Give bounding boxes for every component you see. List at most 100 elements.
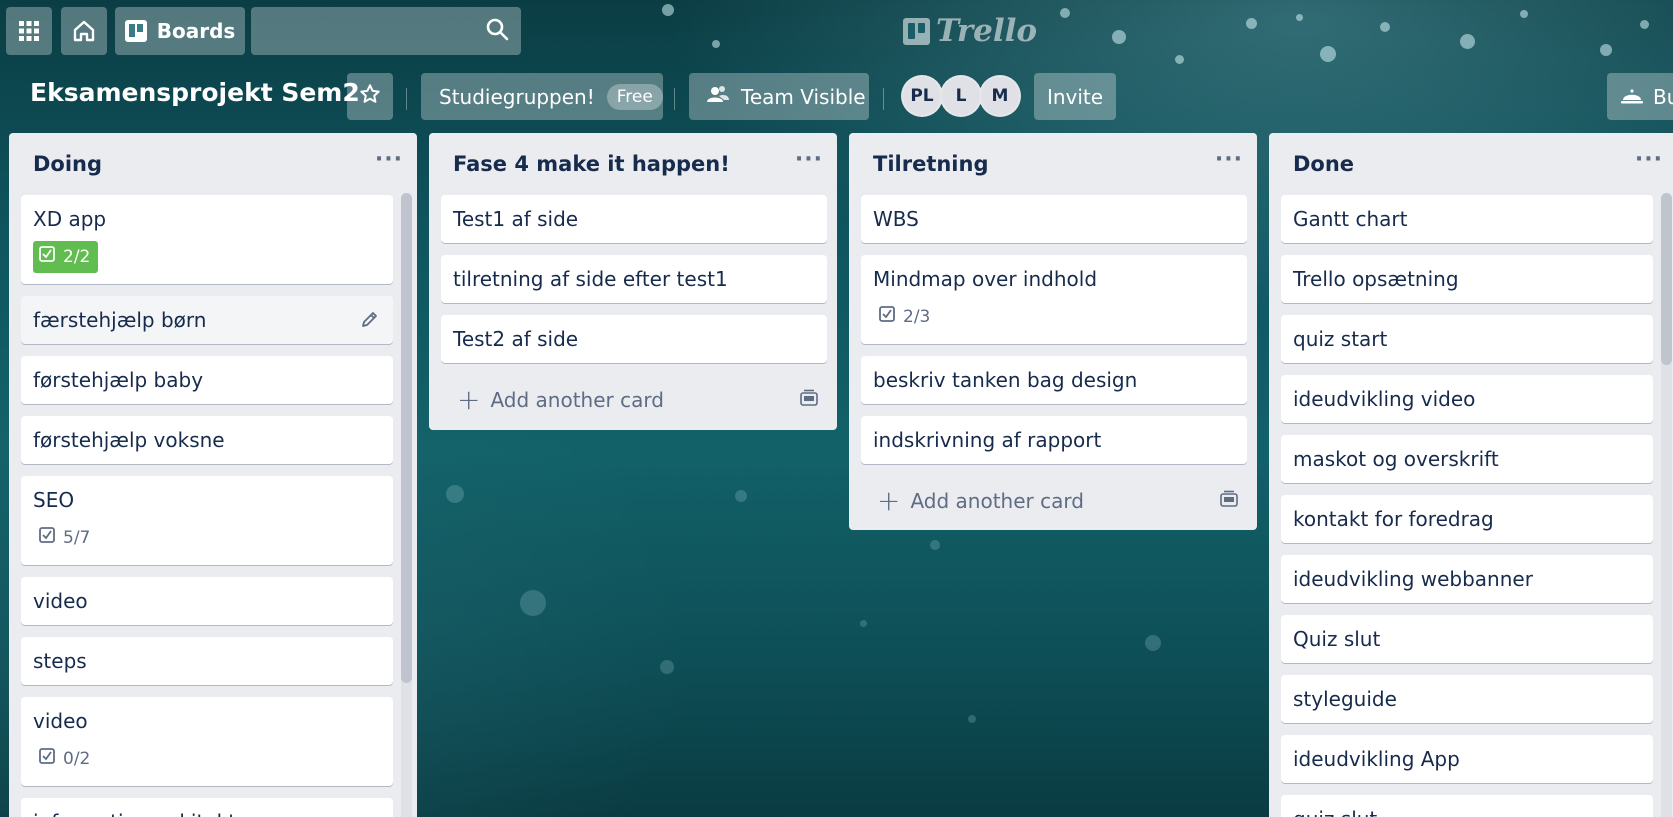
checklist-count: 0/2 <box>63 749 91 769</box>
list-item[interactable]: Trello opsætning <box>1281 255 1653 303</box>
list-menu-icon[interactable]: ··· <box>1215 147 1243 182</box>
list-item[interactable]: førstehjælp voksne <box>21 416 393 464</box>
list-item[interactable]: video 0/2 <box>21 697 393 786</box>
list-item[interactable]: maskot og overskrift <box>1281 435 1653 483</box>
list-item[interactable]: steps <box>21 637 393 685</box>
checklist-count: 2/2 <box>63 247 91 267</box>
list-item[interactable]: Quiz slut <box>1281 615 1653 663</box>
card-title: Gantt chart <box>1293 207 1408 231</box>
list-item[interactable]: styleguide <box>1281 675 1653 723</box>
team-name: Studiegruppen! <box>439 84 595 109</box>
list-title[interactable]: Fase 4 make it happen! <box>453 152 730 176</box>
card-title: styleguide <box>1293 687 1397 711</box>
checklist-icon <box>39 526 55 550</box>
search-input[interactable] <box>251 7 521 55</box>
star-icon <box>359 83 381 110</box>
card-title: quiz start <box>1293 327 1388 351</box>
list-item[interactable]: førstehjælp baby <box>21 356 393 404</box>
butler-button[interactable]: Bu <box>1607 73 1673 120</box>
list-item[interactable]: tilretning af side efter test1 <box>441 255 827 303</box>
butler-label: Bu <box>1653 84 1673 109</box>
card-title: ideudvikling video <box>1293 387 1476 411</box>
invite-button[interactable]: Invite <box>1034 73 1116 120</box>
list-title[interactable]: Tilretning <box>873 152 989 176</box>
card-title: kontakt for foredrag <box>1293 507 1494 531</box>
board-title[interactable]: Eksamensprojekt Sem2 <box>30 78 360 107</box>
card-template-icon[interactable] <box>799 388 819 412</box>
list-item[interactable]: quiz start <box>1281 315 1653 363</box>
add-card-label: Add another card <box>490 388 664 412</box>
search-icon[interactable] <box>485 17 509 45</box>
checklist-icon <box>39 245 55 269</box>
apps-button[interactable] <box>6 7 52 55</box>
card-title: informationsarkitektur <box>33 810 381 817</box>
list-item[interactable]: beskriv tanken bag design <box>861 356 1247 404</box>
visibility-label: Team Visible <box>741 84 866 109</box>
list-item[interactable]: informationsarkitektur <box>21 798 393 817</box>
list-menu-icon[interactable]: ··· <box>1635 147 1663 182</box>
grid-icon <box>19 21 39 41</box>
list-item[interactable]: video <box>21 577 393 625</box>
list-scrollbar[interactable] <box>401 193 412 817</box>
list-item[interactable]: ideudvikling video <box>1281 375 1653 423</box>
pencil-icon[interactable] <box>361 309 379 333</box>
team-button[interactable]: Studiegruppen! Free <box>421 73 663 120</box>
avatar[interactable]: PL <box>901 75 943 117</box>
list-item[interactable]: quiz slut <box>1281 795 1653 817</box>
avatar[interactable]: L <box>940 75 982 117</box>
list-item[interactable]: SEO 5/7 <box>21 476 393 565</box>
checklist-badge: 2/2 <box>33 241 99 273</box>
card-title: video <box>33 589 88 613</box>
scrollbar-thumb[interactable] <box>401 193 412 683</box>
card-title: indskrivning af rapport <box>873 428 1102 452</box>
list-menu-icon[interactable]: ··· <box>375 147 403 182</box>
home-button[interactable] <box>61 7 107 55</box>
butler-icon <box>1621 85 1643 109</box>
list-item[interactable]: ideudvikling webbanner <box>1281 555 1653 603</box>
boards-button[interactable]: Boards <box>115 7 245 55</box>
scrollbar-thumb[interactable] <box>1661 193 1672 365</box>
list-done: Done ··· Gantt chart Trello opsætning qu… <box>1269 133 1673 817</box>
list-title[interactable]: Done <box>1293 152 1354 176</box>
checklist-icon <box>39 747 55 771</box>
card-template-icon[interactable] <box>1219 489 1239 513</box>
list-item[interactable]: kontakt for foredrag <box>1281 495 1653 543</box>
list-item[interactable]: XD app 2/2 <box>21 195 393 284</box>
list-item[interactable]: WBS <box>861 195 1247 243</box>
header-divider <box>674 88 675 110</box>
list-title[interactable]: Doing <box>33 152 102 176</box>
list-item[interactable]: færstehjælp børn <box>21 296 393 344</box>
list-menu-icon[interactable]: ··· <box>795 147 823 182</box>
list-item[interactable]: Mindmap over indhold 2/3 <box>861 255 1247 344</box>
visibility-button[interactable]: Team Visible <box>689 73 869 120</box>
header-divider <box>406 88 407 110</box>
card-title: ideudvikling webbanner <box>1293 567 1533 591</box>
card-title: maskot og overskrift <box>1293 447 1499 471</box>
card-list: Gantt chart Trello opsætning quiz start … <box>1269 195 1673 817</box>
list-scrollbar[interactable] <box>1661 193 1672 817</box>
list-item[interactable]: ideudvikling App <box>1281 735 1653 783</box>
header-divider <box>883 88 884 110</box>
list-fase-4: Fase 4 make it happen! ··· Test1 af side… <box>429 133 837 430</box>
top-header: Boards Trello <box>0 0 1673 62</box>
list-item[interactable]: Test2 af side <box>441 315 827 363</box>
star-button[interactable] <box>347 73 393 120</box>
checklist-icon <box>879 305 895 329</box>
plus-icon: + <box>877 484 901 517</box>
plus-icon: + <box>457 383 481 416</box>
avatar[interactable]: M <box>979 75 1021 117</box>
list-item[interactable]: Gantt chart <box>1281 195 1653 243</box>
card-title: Quiz slut <box>1293 627 1381 651</box>
trello-logo[interactable]: Trello <box>903 12 1037 50</box>
card-list: XD app 2/2 færstehjælp børn førstehjælp … <box>9 195 417 817</box>
add-card-button[interactable]: + Add another card <box>861 476 1247 526</box>
card-title: færstehjælp børn <box>33 308 207 332</box>
card-title: førstehjælp voksne <box>33 428 225 452</box>
list-item[interactable]: Test1 af side <box>441 195 827 243</box>
add-card-button[interactable]: + Add another card <box>441 375 827 425</box>
card-title: SEO <box>33 488 75 512</box>
list-item[interactable]: indskrivning af rapport <box>861 416 1247 464</box>
checklist-count: 2/3 <box>903 307 931 327</box>
card-title: WBS <box>873 207 919 231</box>
card-title: førstehjælp baby <box>33 368 204 392</box>
